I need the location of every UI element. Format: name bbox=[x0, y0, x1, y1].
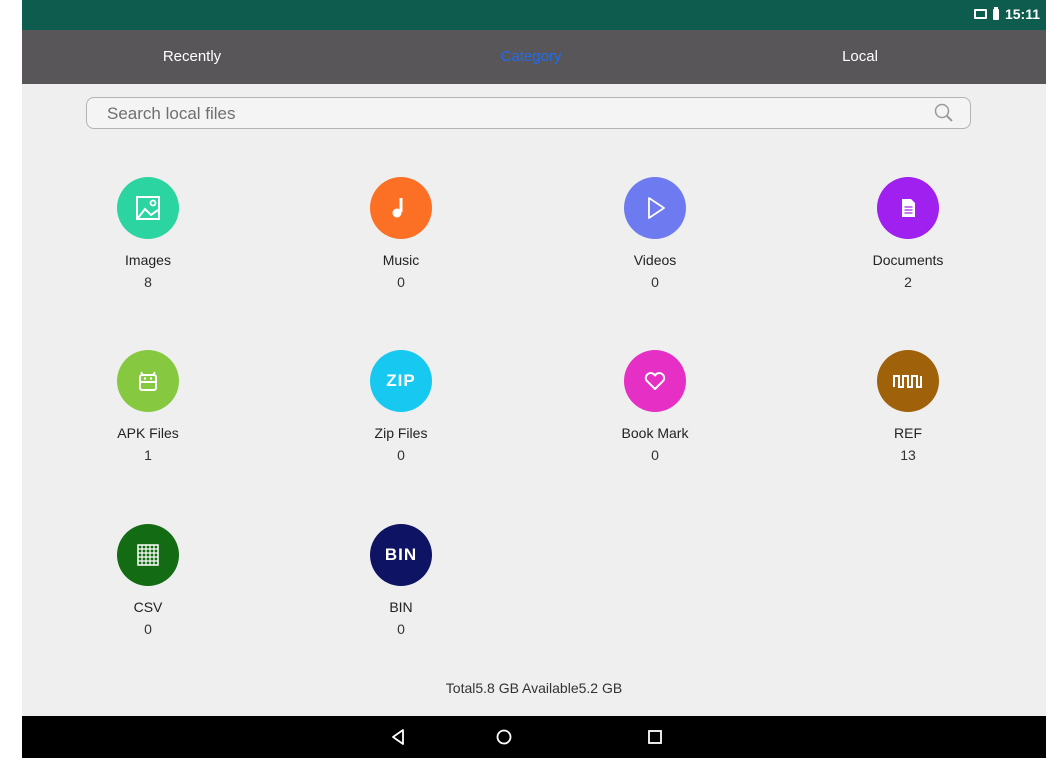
category-bin[interactable]: BIN BIN 0 bbox=[301, 524, 501, 637]
bin-icon: BIN bbox=[370, 524, 432, 586]
heart-icon bbox=[624, 350, 686, 412]
category-count: 0 bbox=[651, 274, 659, 290]
category-count: 8 bbox=[144, 274, 152, 290]
home-icon[interactable] bbox=[492, 727, 516, 747]
back-icon[interactable] bbox=[386, 727, 410, 747]
category-ref[interactable]: REF 13 bbox=[808, 350, 1008, 463]
storage-info: Total5.8 GB Available5.2 GB bbox=[445, 680, 623, 696]
music-note-icon bbox=[370, 177, 432, 239]
category-label: Videos bbox=[633, 252, 677, 268]
search-input[interactable] bbox=[105, 98, 929, 130]
tab-local[interactable]: Local bbox=[760, 30, 960, 84]
screen: 15:11 Recently Category Local Images 8 bbox=[22, 0, 1046, 758]
play-icon bbox=[624, 177, 686, 239]
battery-icon bbox=[992, 6, 999, 20]
android-icon bbox=[117, 350, 179, 412]
zip-icon: ZIP bbox=[370, 350, 432, 412]
category-apk-files[interactable]: APK Files 1 bbox=[48, 350, 248, 463]
category-music[interactable]: Music 0 bbox=[301, 177, 501, 290]
tab-category[interactable]: Category bbox=[431, 30, 631, 84]
category-label: Music bbox=[382, 252, 420, 268]
category-count: 1 bbox=[144, 447, 152, 463]
tab-bar: Recently Category Local bbox=[22, 30, 1046, 84]
document-icon bbox=[877, 177, 939, 239]
category-csv[interactable]: CSV 0 bbox=[48, 524, 248, 637]
status-icons: 15:11 bbox=[973, 6, 1040, 22]
category-images[interactable]: Images 8 bbox=[48, 177, 248, 290]
category-label: Zip Files bbox=[374, 425, 428, 441]
waveform-icon bbox=[877, 350, 939, 412]
category-label: APK Files bbox=[117, 425, 179, 441]
category-count: 0 bbox=[397, 274, 405, 290]
image-icon bbox=[117, 177, 179, 239]
category-label: REF bbox=[894, 425, 922, 441]
status-bar: 15:11 bbox=[22, 0, 1046, 30]
category-count: 0 bbox=[397, 621, 405, 637]
grid-icon bbox=[117, 524, 179, 586]
category-label: Book Mark bbox=[621, 425, 689, 441]
tab-recently[interactable]: Recently bbox=[92, 30, 292, 84]
category-count: 13 bbox=[900, 447, 916, 463]
navigation-bar bbox=[22, 716, 1046, 758]
category-book-mark[interactable]: Book Mark 0 bbox=[555, 350, 755, 463]
category-label: BIN bbox=[389, 599, 413, 615]
category-count: 2 bbox=[904, 274, 912, 290]
category-label: Documents bbox=[872, 252, 944, 268]
category-label: Images bbox=[125, 252, 171, 268]
zip-icon-text: ZIP bbox=[386, 371, 416, 390]
category-documents[interactable]: Documents 2 bbox=[808, 177, 1008, 290]
recents-icon[interactable] bbox=[643, 727, 667, 747]
search-icon[interactable] bbox=[934, 103, 954, 123]
category-label: CSV bbox=[133, 599, 163, 615]
category-count: 0 bbox=[397, 447, 405, 463]
category-count: 0 bbox=[651, 447, 659, 463]
clock: 15:11 bbox=[1004, 6, 1040, 22]
bin-icon-text: BIN bbox=[384, 545, 418, 564]
category-count: 0 bbox=[144, 621, 152, 637]
category-zip-files[interactable]: ZIP Zip Files 0 bbox=[301, 350, 501, 463]
search-box bbox=[86, 97, 971, 130]
cast-icon bbox=[973, 9, 987, 19]
category-videos[interactable]: Videos 0 bbox=[555, 177, 755, 290]
